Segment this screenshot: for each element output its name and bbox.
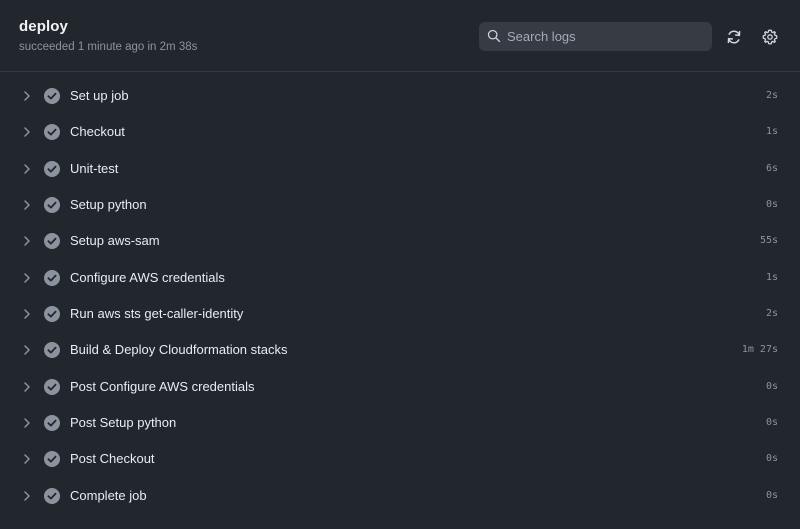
step-label: Configure AWS credentials [70, 269, 225, 285]
gear-icon [762, 29, 778, 45]
step-row[interactable]: Post Configure AWS credentials 0s [0, 369, 800, 405]
step-duration: 2s [765, 90, 778, 101]
step-label: Post Configure AWS credentials [70, 378, 255, 394]
step-row[interactable]: Build & Deploy Cloudformation stacks 1m … [0, 332, 800, 368]
refresh-icon [727, 30, 741, 44]
chevron-right-icon[interactable] [21, 381, 33, 393]
chevron-right-icon[interactable] [21, 453, 33, 465]
chevron-right-icon[interactable] [21, 126, 33, 138]
check-circle-icon [44, 487, 60, 504]
step-row[interactable]: Configure AWS credentials 1s [0, 260, 800, 296]
check-circle-icon [44, 88, 60, 104]
search-icon [487, 29, 501, 43]
step-label: Post Setup python [70, 415, 177, 431]
check-circle-icon [44, 197, 60, 214]
chevron-right-icon[interactable] [21, 90, 33, 102]
step-row[interactable]: Run aws sts get-caller-identity 2s [0, 296, 800, 332]
step-row[interactable]: Checkout 1s [0, 114, 800, 150]
chevron-right-icon[interactable] [21, 235, 33, 247]
check-circle-icon [44, 233, 60, 250]
check-circle-icon [44, 306, 60, 323]
check-circle-icon [44, 415, 60, 432]
step-row[interactable]: Setup python 0s [0, 187, 800, 223]
chevron-right-icon[interactable] [21, 490, 33, 502]
settings-button[interactable] [758, 25, 782, 49]
chevron-right-icon[interactable] [21, 308, 33, 320]
step-duration: 1s [765, 271, 778, 283]
check-circle-icon [44, 342, 60, 359]
step-label: Set up job [70, 88, 129, 103]
step-duration: 0s [765, 489, 778, 501]
job-title: deploy [19, 18, 68, 35]
step-row[interactable]: Complete job 0s [0, 478, 800, 514]
step-duration: 0s [765, 199, 778, 211]
refresh-button[interactable] [722, 25, 746, 49]
job-log-view: deploy succeeded 1 minute ago in 2m 38s [0, 0, 800, 529]
step-row[interactable]: Unit-test 6s [0, 151, 800, 187]
chevron-right-icon[interactable] [21, 344, 33, 356]
search-logs-box[interactable] [479, 22, 712, 51]
step-row[interactable]: Post Checkout 0s [0, 441, 800, 477]
check-circle-icon [44, 451, 60, 468]
step-duration: 1s [765, 126, 778, 138]
chevron-right-icon[interactable] [21, 417, 33, 429]
step-row[interactable]: Setup aws-sam 55s [0, 223, 800, 259]
step-duration: 1m 27s [741, 344, 778, 356]
step-label: Complete job [70, 487, 147, 503]
check-circle-icon [44, 269, 60, 286]
step-row[interactable]: Set up job 2s [0, 78, 800, 114]
step-duration: 6s [765, 162, 778, 174]
step-label: Setup aws-sam [70, 233, 160, 249]
chevron-right-icon[interactable] [21, 163, 33, 175]
check-circle-icon [44, 378, 60, 395]
steps-list: Set up job 2s Checkout 1s Unit-test 6s S… [0, 78, 800, 514]
step-label: Run aws sts get-caller-identity [70, 306, 244, 322]
step-row[interactable]: Post Setup python 0s [0, 405, 800, 441]
step-label: Post Checkout [70, 451, 155, 467]
chevron-right-icon[interactable] [21, 272, 33, 284]
step-label: Setup python [70, 197, 147, 213]
step-label: Unit-test [70, 160, 119, 176]
job-status-text: succeeded 1 minute ago in 2m 38s [19, 41, 198, 53]
step-label: Checkout [70, 124, 125, 140]
chevron-right-icon[interactable] [21, 199, 33, 211]
step-label: Build & Deploy Cloudformation stacks [70, 342, 288, 358]
step-duration: 2s [765, 308, 778, 320]
step-duration: 0s [765, 417, 778, 429]
step-duration: 55s [759, 235, 778, 247]
step-duration: 0s [765, 380, 778, 392]
search-logs-input[interactable] [507, 22, 702, 51]
check-circle-icon [44, 124, 60, 141]
job-header: deploy succeeded 1 minute ago in 2m 38s [0, 0, 800, 72]
check-circle-icon [44, 160, 60, 177]
step-duration: 0s [765, 453, 778, 465]
